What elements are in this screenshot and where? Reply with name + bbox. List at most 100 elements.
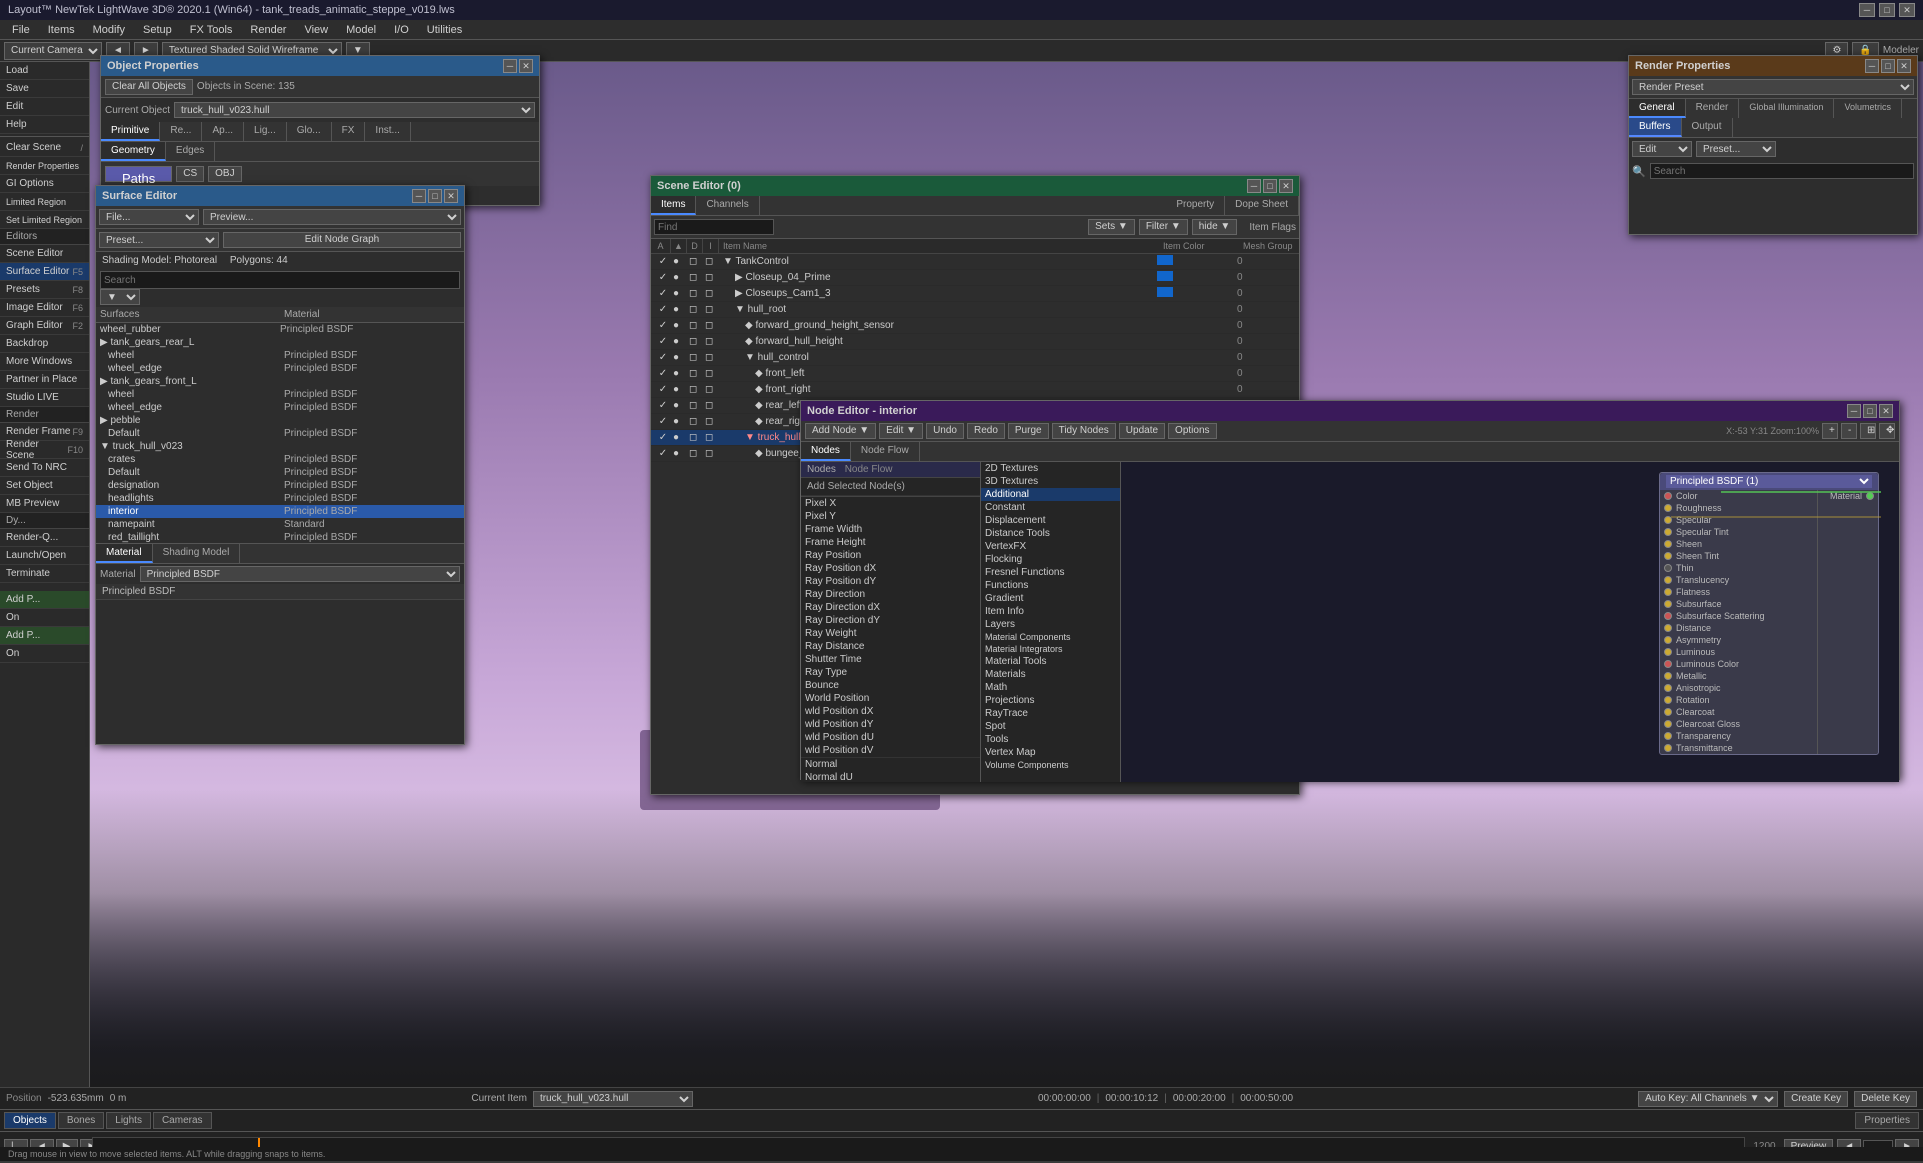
node-category-ray-dir-dx[interactable]: Ray Direction dX bbox=[801, 601, 980, 614]
render-search-input[interactable] bbox=[1650, 163, 1914, 179]
scene-editor-titlebar[interactable]: Scene Editor (0) ─ □ ✕ bbox=[651, 176, 1299, 196]
scene-tab-property[interactable]: Property bbox=[1166, 196, 1225, 215]
surface-editor-maximize[interactable]: □ bbox=[428, 189, 442, 203]
sidebar-send-to-nrc[interactable]: Send To NRC bbox=[0, 459, 89, 477]
obj-props-titlebar[interactable]: Object Properties ─ ✕ bbox=[101, 56, 539, 76]
scene-tab-dope-sheet[interactable]: Dope Sheet bbox=[1225, 196, 1299, 215]
tab-edges[interactable]: Edges bbox=[166, 142, 215, 161]
node-cat-item-info[interactable]: Item Info bbox=[981, 605, 1120, 618]
render-tab-gi[interactable]: Global Illumination bbox=[1739, 99, 1834, 118]
sidebar-surface-editor[interactable]: Surface Editor F5 bbox=[0, 263, 89, 281]
obj-props-minimize[interactable]: ─ bbox=[503, 59, 517, 73]
scene-find-input[interactable] bbox=[654, 219, 774, 235]
node-editor-minimize[interactable]: ─ bbox=[1847, 404, 1861, 418]
node-category-bounce[interactable]: Bounce bbox=[801, 679, 980, 692]
render-tab-output[interactable]: Output bbox=[1682, 118, 1733, 137]
scene-editor-minimize[interactable]: ─ bbox=[1247, 179, 1261, 193]
node-cat-displacement[interactable]: Displacement bbox=[981, 514, 1120, 527]
sidebar-set-object[interactable]: Set Object bbox=[0, 477, 89, 495]
surface-preview-select[interactable]: Preview... bbox=[203, 209, 461, 225]
node-category-ray-pos-dy[interactable]: Ray Position dY bbox=[801, 575, 980, 588]
sidebar-add-obj2[interactable]: Add P... bbox=[0, 627, 89, 645]
sidebar-partner[interactable]: Partner in Place bbox=[0, 371, 89, 389]
undo-btn[interactable]: Undo bbox=[926, 423, 964, 439]
node-category-ray-direction[interactable]: Ray Direction bbox=[801, 588, 980, 601]
surface-pebble[interactable]: ▶ pebble bbox=[96, 414, 464, 427]
render-preset-btn[interactable]: Preset... bbox=[1696, 141, 1776, 157]
node-cat-layers[interactable]: Layers bbox=[981, 618, 1120, 631]
tree-row-closeups-cam1[interactable]: ✓ ● ◻ ◻ ▶ Closeups_Cam1_3 0 bbox=[651, 286, 1299, 302]
menu-view[interactable]: View bbox=[296, 22, 336, 38]
render-props-close[interactable]: ✕ bbox=[1897, 59, 1911, 73]
surface-wheel-1[interactable]: wheel Principled BSDF bbox=[96, 349, 464, 362]
surface-editor-minimize[interactable]: ─ bbox=[412, 189, 426, 203]
node-cat-fresnel[interactable]: Fresnel Functions bbox=[981, 566, 1120, 579]
node-category-ray-pos-dx[interactable]: Ray Position dX bbox=[801, 562, 980, 575]
tidy-nodes-btn[interactable]: Tidy Nodes bbox=[1052, 423, 1116, 439]
node-cat-2d[interactable]: 2D Textures bbox=[981, 462, 1120, 475]
pan-btn[interactable]: ✥ bbox=[1879, 423, 1895, 439]
sidebar-presets[interactable]: Presets F8 bbox=[0, 281, 89, 299]
node-category-world-pos[interactable]: World Position bbox=[801, 692, 980, 705]
node-category-ray-dir-dy[interactable]: Ray Direction dY bbox=[801, 614, 980, 627]
tree-row-hull-control[interactable]: ✓ ● ◻ ◻ ▼ hull_control 0 bbox=[651, 350, 1299, 366]
surface-red-taillight[interactable]: red_taillight Principled BSDF bbox=[96, 531, 464, 543]
add-node-btn[interactable]: Add Node ▼ bbox=[805, 423, 876, 439]
sidebar-save[interactable]: Save bbox=[0, 80, 89, 98]
node-cat-raytrace[interactable]: RayTrace bbox=[981, 707, 1120, 720]
update-btn[interactable]: Update bbox=[1119, 423, 1165, 439]
sidebar-scene-editor[interactable]: Scene Editor bbox=[0, 245, 89, 263]
scene-tab-channels[interactable]: Channels bbox=[696, 196, 759, 215]
node-tab-nodes[interactable]: Nodes bbox=[801, 442, 851, 461]
menu-model[interactable]: Model bbox=[338, 22, 384, 38]
tree-row-fwd-ground[interactable]: ✓ ● ◻ ◻ ◆ forward_ground_height_sensor 0 bbox=[651, 318, 1299, 334]
surface-wheel-edge-2[interactable]: wheel_edge Principled BSDF bbox=[96, 401, 464, 414]
sidebar-add-obj[interactable]: Add P... bbox=[0, 591, 89, 609]
surface-file-select[interactable]: File... bbox=[99, 209, 199, 225]
node-cat-3d[interactable]: 3D Textures bbox=[981, 475, 1120, 488]
node-category-frame-height[interactable]: Frame Height bbox=[801, 536, 980, 549]
node-cat-spot[interactable]: Spot bbox=[981, 720, 1120, 733]
surface-wheel-edge-1[interactable]: wheel_edge Principled BSDF bbox=[96, 362, 464, 375]
sidebar-on-toggle[interactable]: On bbox=[0, 609, 89, 627]
surface-truck-hull[interactable]: ▼ truck_hull_v023 bbox=[96, 440, 464, 453]
scene-hide-btn[interactable]: hide ▼ bbox=[1192, 219, 1238, 235]
zoom-in-btn[interactable]: + bbox=[1822, 423, 1838, 439]
menu-modify[interactable]: Modify bbox=[85, 22, 133, 38]
sidebar-help[interactable]: Help bbox=[0, 116, 89, 134]
node-category-ray-distance[interactable]: Ray Distance bbox=[801, 640, 980, 653]
material-select[interactable]: Principled BSDF bbox=[140, 566, 460, 582]
node-category-ray-position[interactable]: Ray Position bbox=[801, 549, 980, 562]
tab-primitive[interactable]: Primitive bbox=[101, 122, 160, 141]
delete-key-btn[interactable]: Delete Key bbox=[1854, 1091, 1917, 1107]
sidebar-gi-options[interactable]: GI Options bbox=[0, 175, 89, 193]
render-props-titlebar[interactable]: Render Properties ─ □ ✕ bbox=[1629, 56, 1917, 76]
node-cat-projections[interactable]: Projections bbox=[981, 694, 1120, 707]
node-cat-flocking[interactable]: Flocking bbox=[981, 553, 1120, 566]
edit-btn[interactable]: Edit ▼ bbox=[879, 423, 923, 439]
clear-all-objects-btn[interactable]: Clear All Objects bbox=[105, 79, 193, 95]
scene-filter-btn[interactable]: Filter ▼ bbox=[1139, 219, 1188, 235]
edit-node-graph-btn[interactable]: Edit Node Graph bbox=[223, 232, 461, 248]
node-cat-gradient[interactable]: Gradient bbox=[981, 592, 1120, 605]
sidebar-clear-scene[interactable]: Clear Scene / bbox=[0, 139, 89, 157]
node-category-pixel-x[interactable]: Pixel X bbox=[801, 497, 980, 510]
sidebar-on2[interactable]: On bbox=[0, 645, 89, 663]
bottom-tab-objects[interactable]: Objects bbox=[4, 1112, 56, 1129]
surface-headlights[interactable]: headlights Principled BSDF bbox=[96, 492, 464, 505]
node-tab-flow[interactable]: Node Flow bbox=[851, 442, 920, 461]
node-cat-materials[interactable]: Materials bbox=[981, 668, 1120, 681]
camera-select[interactable]: Current Camera bbox=[4, 42, 102, 60]
menu-io[interactable]: I/O bbox=[386, 22, 417, 38]
minimize-btn[interactable]: ─ bbox=[1859, 3, 1875, 17]
sidebar-studio-live[interactable]: Studio LIVE bbox=[0, 389, 89, 407]
tab-ap[interactable]: Ap... bbox=[202, 122, 244, 141]
menu-items[interactable]: Items bbox=[40, 22, 83, 38]
scene-editor-maximize[interactable]: □ bbox=[1263, 179, 1277, 193]
tree-row-closeup-cam[interactable]: ✓ ● ◻ ◻ ▶ Closeup_04_Prime 0 bbox=[651, 270, 1299, 286]
node-editor-titlebar[interactable]: Node Editor - interior ─ □ ✕ bbox=[801, 401, 1899, 421]
maximize-btn[interactable]: □ bbox=[1879, 3, 1895, 17]
tab-lig[interactable]: Lig... bbox=[244, 122, 287, 141]
add-selected-node-btn[interactable]: Add Selected Node(s) bbox=[801, 478, 980, 496]
node-cat-material-tools[interactable]: Material Tools bbox=[981, 655, 1120, 668]
